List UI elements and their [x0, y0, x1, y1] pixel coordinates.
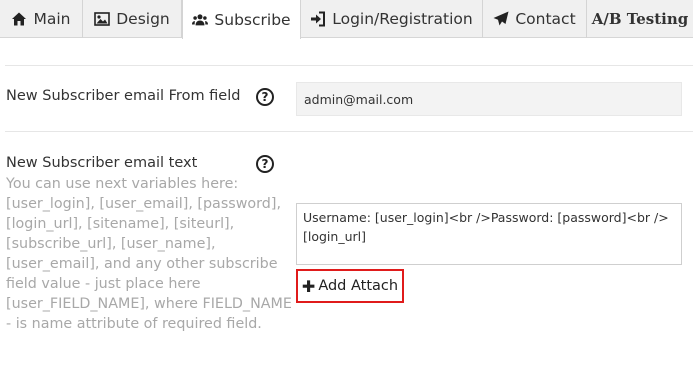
sign-in-icon [310, 11, 326, 27]
tab-ab-testing[interactable]: A/B Testing [587, 0, 693, 38]
tab-label: Contact [515, 10, 576, 28]
image-icon [94, 11, 111, 27]
email-text-textarea[interactable]: Username: [user_login]<br />Password: [p… [296, 203, 682, 265]
tab-subscribe[interactable]: Subscribe [182, 0, 301, 39]
question-circle-icon[interactable]: ? [256, 155, 274, 173]
tab-label: A/B Testing [591, 10, 689, 28]
plus-icon: ✚ [301, 276, 316, 296]
add-attach-label: Add Attach [318, 278, 399, 294]
tab-bar: Main Design Subscribe Login/Registration… [0, 0, 693, 39]
users-icon [192, 12, 209, 28]
tab-contact[interactable]: Contact [483, 0, 587, 38]
tab-label: Design [116, 10, 170, 28]
add-attach-button[interactable]: ✚ Add Attach [296, 269, 404, 303]
from-email-input[interactable] [296, 82, 682, 116]
home-icon [11, 11, 27, 27]
tab-main[interactable]: Main [0, 0, 83, 38]
tab-design[interactable]: Design [83, 0, 182, 38]
paper-plane-icon [493, 11, 509, 27]
question-circle-icon[interactable]: ? [256, 88, 274, 106]
tab-label: Subscribe [214, 10, 291, 29]
email-text-label: New Subscriber email text [6, 155, 198, 171]
divider [5, 131, 693, 132]
divider [5, 65, 693, 66]
from-field-label: New Subscriber email From field [6, 88, 241, 104]
tab-label: Main [33, 10, 71, 28]
tab-label: Login/Registration [332, 10, 473, 28]
tab-login-registration[interactable]: Login/Registration [301, 0, 483, 38]
variables-hint: You can use next variables here: [user_l… [6, 176, 292, 332]
